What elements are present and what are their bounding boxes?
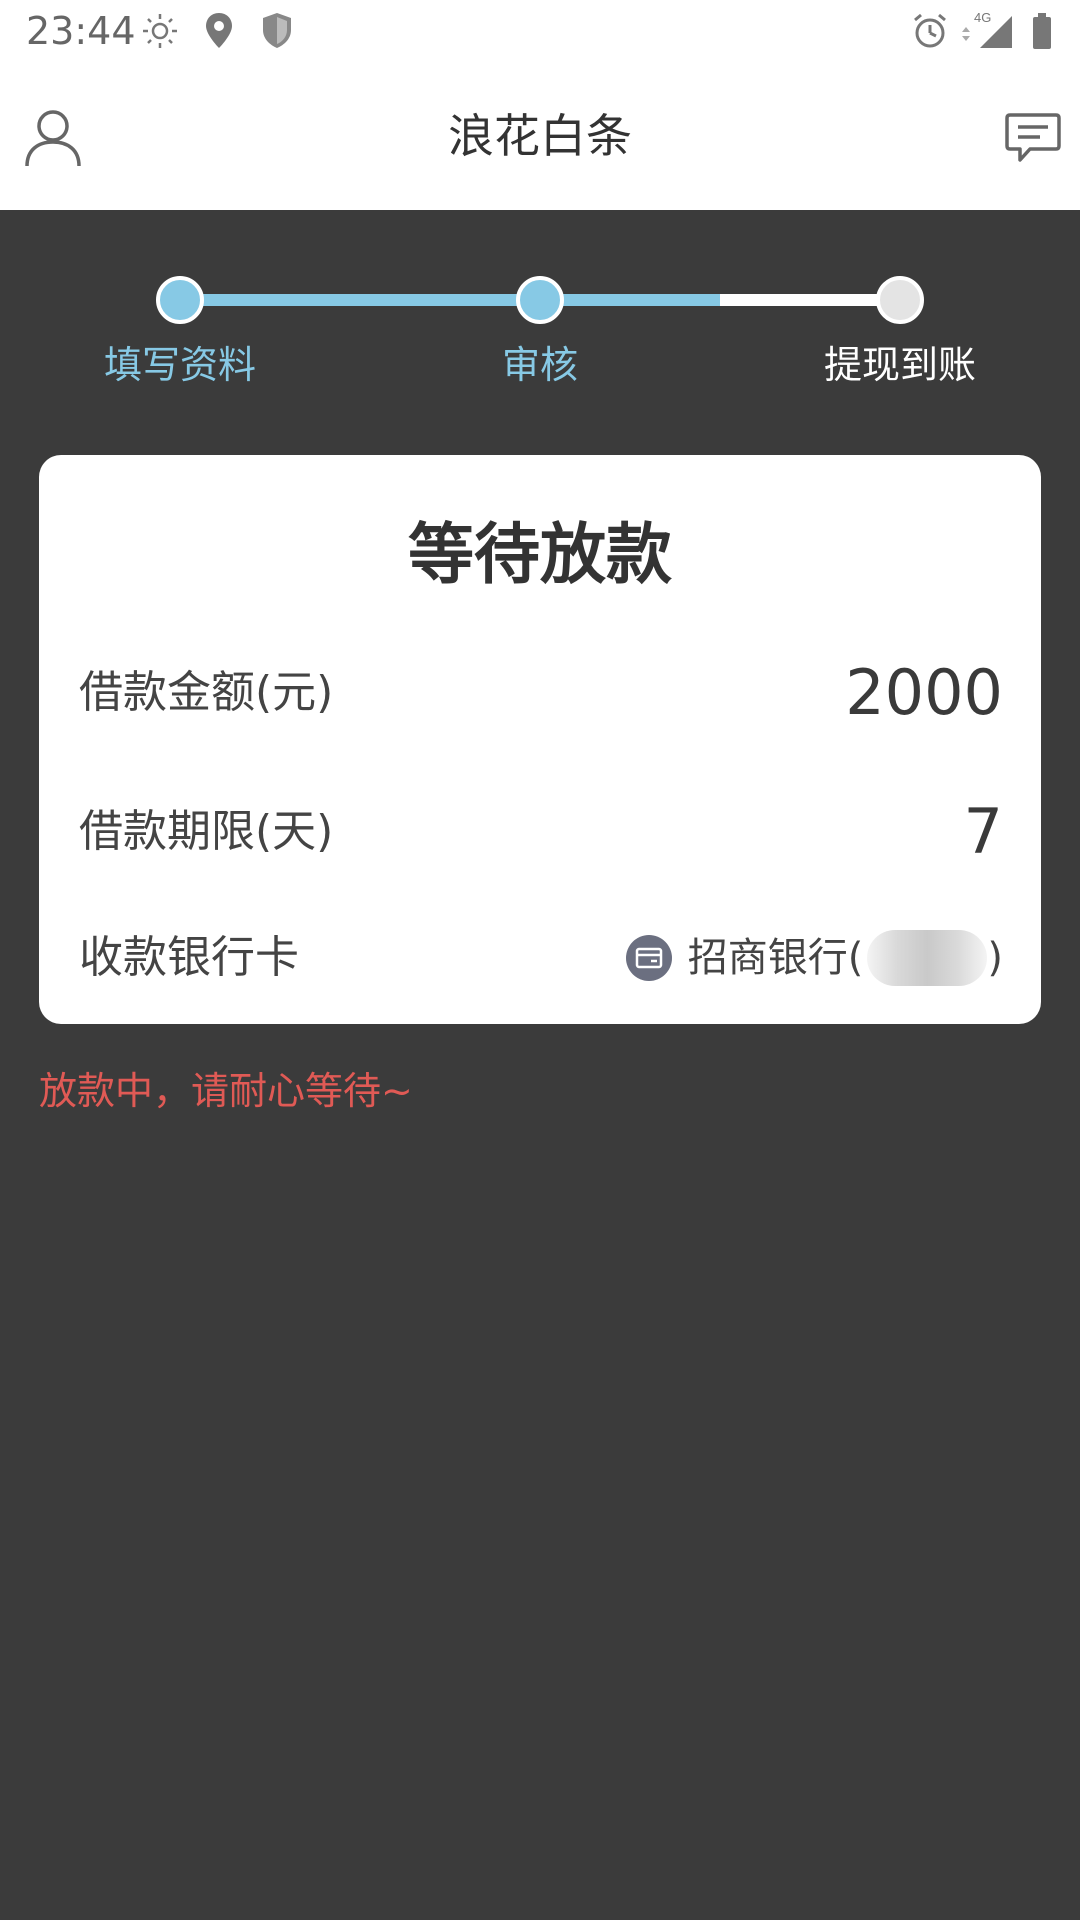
battery-icon xyxy=(1030,11,1054,55)
step-line-3 xyxy=(720,294,880,306)
bank-card-label: 收款银行卡 xyxy=(79,932,299,983)
loan-amount-label: 借款金额(元) xyxy=(79,667,334,718)
network-type: 4G xyxy=(974,10,991,25)
bank-card-icon xyxy=(625,935,672,981)
step-dot-1 xyxy=(156,276,204,324)
step-label-2: 审核 xyxy=(501,343,578,387)
signal-icon: 4G xyxy=(958,8,1016,56)
status-notice: 放款中，请耐心等待~ xyxy=(39,1069,413,1113)
step-dot-3 xyxy=(876,276,924,324)
step-label-3: 提现到账 xyxy=(823,343,976,387)
shield-icon xyxy=(260,11,294,55)
step-line-1 xyxy=(200,294,520,306)
step-line-2 xyxy=(560,294,720,306)
masked-card-number xyxy=(867,930,988,986)
step-label-1: 填写资料 xyxy=(103,343,256,387)
location-icon xyxy=(202,11,236,55)
bank-name: 招商银行( xyxy=(687,935,864,981)
loan-term-value: 7 xyxy=(963,795,1003,868)
loan-status-card: 等待放款 借款金额(元) 2000 借款期限(天) 7 收款银行卡 招商银行( … xyxy=(39,455,1041,1024)
message-icon xyxy=(1004,113,1062,168)
card-title: 等待放款 xyxy=(408,516,672,593)
status-bar: 23:44 4G xyxy=(0,0,1080,62)
page-title: 浪花白条 xyxy=(448,109,632,163)
progress-stepper: 填写资料 审核 提现到账 xyxy=(0,210,1080,410)
bank-close-paren: ) xyxy=(987,935,1003,981)
step-dot-2 xyxy=(516,276,564,324)
status-time: 23:44 xyxy=(26,9,136,53)
alarm-icon xyxy=(910,11,950,55)
loan-amount-value: 2000 xyxy=(845,656,1003,729)
loan-term-label: 借款期限(天) xyxy=(79,806,334,857)
app-bar: 浪花白条 xyxy=(0,62,1080,210)
brightness-icon xyxy=(140,11,180,55)
message-button[interactable] xyxy=(1004,112,1062,164)
bank-card-info: 招商银行( ) xyxy=(625,930,1003,986)
